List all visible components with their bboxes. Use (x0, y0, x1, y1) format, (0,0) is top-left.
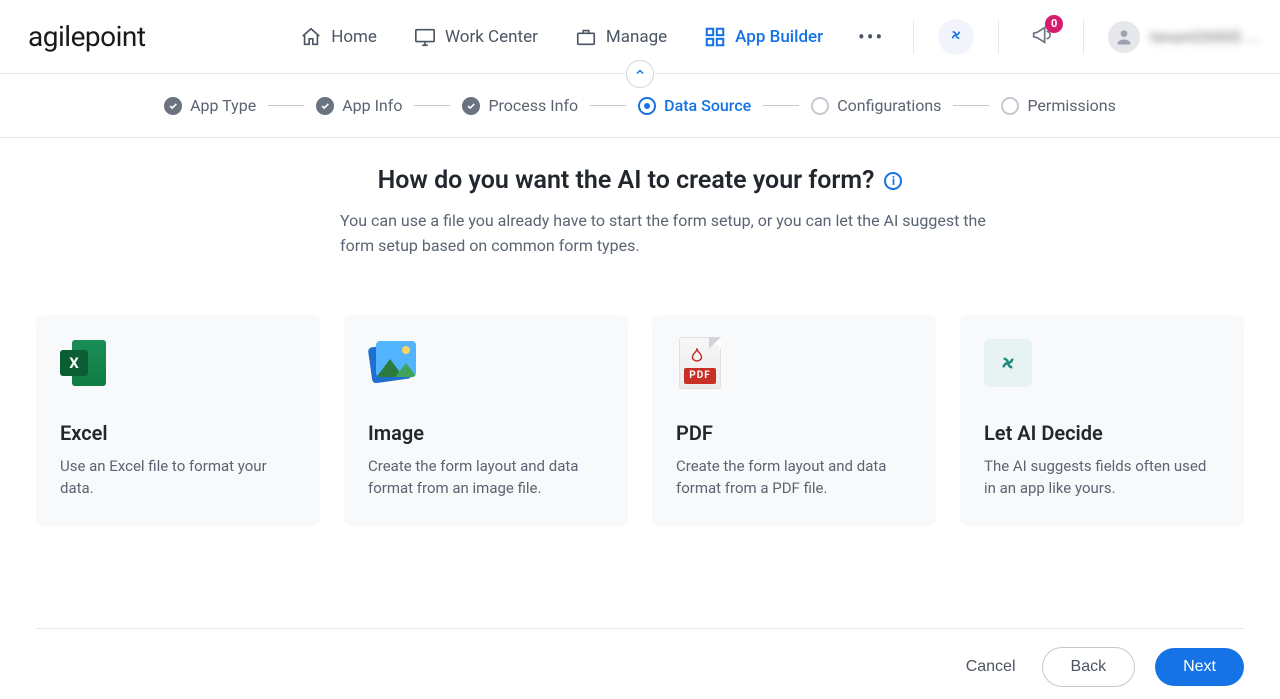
nav-work-center[interactable]: Work Center (411, 19, 540, 55)
check-icon (164, 97, 182, 115)
separator (913, 20, 914, 54)
grid-icon (703, 25, 727, 49)
card-desc: Create the form layout and data format f… (676, 455, 912, 500)
wizard-footer: Cancel Back Next (36, 628, 1244, 699)
step-label: Permissions (1027, 96, 1115, 115)
page-subtitle: You can use a file you already have to s… (280, 209, 1000, 259)
card-let-ai-decide[interactable]: Let AI Decide The AI suggests fields oft… (960, 315, 1244, 526)
nav-manage[interactable]: Manage (572, 19, 669, 55)
next-button[interactable]: Next (1155, 648, 1244, 686)
collapse-stepper-button[interactable] (626, 60, 654, 88)
primary-nav: Home Work Center Manage App Builder ••• (297, 19, 885, 55)
step-data-source[interactable]: Data Source (638, 96, 751, 115)
user-menu[interactable]: tenant2000$ ... (1108, 21, 1260, 53)
copilot-button[interactable] (938, 19, 974, 55)
step-connector (953, 105, 989, 106)
nav-app-builder[interactable]: App Builder (701, 19, 825, 55)
step-connector (268, 105, 304, 106)
separator (998, 20, 999, 54)
step-label: App Info (342, 96, 402, 115)
check-icon (316, 97, 334, 115)
home-icon (299, 25, 323, 49)
pending-step-icon (811, 97, 829, 115)
pinwheel-icon (946, 25, 966, 49)
image-icon (368, 339, 416, 387)
current-step-icon (638, 97, 656, 115)
logo-text: agilepoint (28, 20, 146, 53)
step-connector (414, 105, 450, 106)
monitor-icon (413, 25, 437, 49)
step-label: Data Source (664, 96, 751, 115)
check-icon (462, 97, 480, 115)
step-process-info[interactable]: Process Info (462, 96, 578, 115)
card-excel[interactable]: X Excel Use an Excel file to format your… (36, 315, 320, 526)
step-label: App Type (190, 96, 256, 115)
stepper-container: App Type App Info Process Info Data Sour… (0, 74, 1280, 138)
step-label: Configurations (837, 96, 941, 115)
chevron-up-icon (634, 66, 646, 82)
page-title: How do you want the AI to create your fo… (378, 166, 875, 195)
step-connector (763, 105, 799, 106)
briefcase-icon (574, 25, 598, 49)
info-icon[interactable]: i (884, 172, 902, 190)
user-name: tenant2000$ ... (1150, 28, 1260, 46)
separator (1083, 20, 1084, 54)
step-app-info[interactable]: App Info (316, 96, 402, 115)
card-image[interactable]: Image Create the form layout and data fo… (344, 315, 628, 526)
card-title: Image (368, 421, 604, 445)
card-desc: Use an Excel file to format your data. (60, 455, 296, 500)
nav-more[interactable]: ••• (857, 19, 885, 55)
step-label: Process Info (488, 96, 578, 115)
card-title: Let AI Decide (984, 421, 1220, 445)
pending-step-icon (1001, 97, 1019, 115)
nav-home-label: Home (331, 27, 377, 47)
main-content: How do you want the AI to create your fo… (0, 138, 1280, 536)
more-icon: ••• (859, 25, 883, 49)
ai-icon (984, 339, 1032, 387)
header-actions: 0 tenant2000$ ... (909, 19, 1260, 55)
notifications-button[interactable]: 0 (1023, 19, 1059, 55)
step-configurations[interactable]: Configurations (811, 96, 941, 115)
nav-app-builder-label: App Builder (735, 27, 823, 47)
step-connector (590, 105, 626, 106)
pdf-icon: PDF (676, 339, 724, 387)
back-button[interactable]: Back (1042, 647, 1136, 687)
card-pdf[interactable]: PDF PDF Create the form layout and data … (652, 315, 936, 526)
source-cards: X Excel Use an Excel file to format your… (36, 315, 1244, 526)
card-title: PDF (676, 421, 912, 445)
cancel-button[interactable]: Cancel (960, 650, 1022, 684)
card-desc: The AI suggests fields often used in an … (984, 455, 1220, 500)
page-title-row: How do you want the AI to create your fo… (36, 166, 1244, 195)
card-desc: Create the form layout and data format f… (368, 455, 604, 500)
notification-badge: 0 (1045, 15, 1063, 33)
card-title: Excel (60, 421, 296, 445)
logo: agilepoint (28, 20, 146, 53)
avatar (1108, 21, 1140, 53)
nav-work-center-label: Work Center (445, 27, 538, 47)
step-app-type[interactable]: App Type (164, 96, 256, 115)
pdf-badge: PDF (684, 368, 716, 384)
nav-manage-label: Manage (606, 27, 667, 47)
excel-icon: X (60, 339, 108, 387)
step-permissions[interactable]: Permissions (1001, 96, 1115, 115)
nav-home[interactable]: Home (297, 19, 379, 55)
